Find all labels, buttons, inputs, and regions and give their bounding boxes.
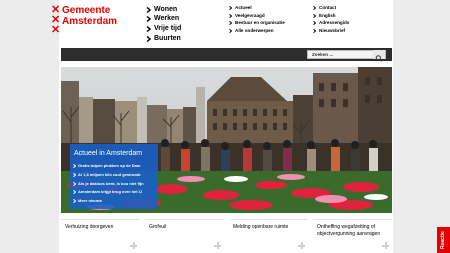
feedback-label: Reactie: [440, 231, 446, 249]
secondary-nav-label: Alle onderwerpen: [235, 28, 274, 33]
search-button[interactable]: [373, 50, 385, 62]
feedback-tab[interactable]: Reactie: [437, 227, 450, 253]
secondary-nav-label: Contact: [319, 5, 337, 10]
chevron-right-icon: [229, 21, 232, 25]
secondary-nav-item-bestuur[interactable]: Bestuur en organisatie: [229, 20, 285, 26]
news-item[interactable]: Amsterdam krijgt brug over het IJ: [73, 189, 142, 195]
news-item-label: Gratis tulpen plukken op de Dam: [78, 163, 141, 168]
secondary-nav-label: Bestuur en organisatie: [235, 20, 285, 25]
plus-icon: [382, 242, 389, 249]
plus-icon: [130, 242, 137, 249]
secondary-nav-item-contact[interactable]: Contact: [313, 5, 336, 11]
secondary-nav-label: Adressengids: [319, 20, 350, 25]
logo-line-2: Amsterdam: [62, 16, 118, 27]
chevron-right-icon: [229, 29, 232, 33]
secondary-nav-item-nieuwsbrief[interactable]: Nieuwsbrief: [313, 28, 345, 34]
tile-verhuizing[interactable]: Verhuizing doorgeven: [61, 219, 140, 253]
more-news-link[interactable]: Meer nieuws: [73, 198, 102, 204]
chevron-right-icon: [313, 14, 316, 18]
secondary-nav-label: English: [319, 13, 336, 18]
secondary-nav-item-veelgevraagd[interactable]: Veelgevraagd: [229, 13, 265, 19]
more-news-label: Meer nieuws: [78, 198, 103, 203]
chevron-right-icon: [313, 6, 316, 10]
chevron-right-icon: [146, 25, 151, 32]
news-item-label: Amsterdam krijgt brug over het IJ: [78, 189, 143, 194]
chevron-right-icon: [313, 21, 316, 25]
news-box: Actueel in Amsterdam Gratis tulpen plukk…: [70, 144, 158, 209]
chevron-right-icon: [73, 164, 76, 168]
news-item[interactable]: Gratis tulpen plukken op de Dam: [73, 163, 140, 169]
chevron-right-icon: [73, 173, 76, 177]
tile-title: Melding openbare ruimte: [233, 224, 289, 230]
plus-icon: [298, 242, 305, 249]
chevron-right-icon: [313, 29, 316, 33]
plus-icon: [214, 242, 221, 249]
tile-melding-openbare-ruimte[interactable]: Melding openbare ruimte: [229, 219, 308, 253]
search-icon: [375, 55, 383, 62]
search-placeholder: Zoeken ...: [312, 52, 334, 57]
chevron-right-icon: [146, 15, 151, 22]
news-title: Actueel in Amsterdam: [74, 150, 143, 157]
search-input[interactable]: Zoeken ...: [307, 50, 386, 62]
logo-line-1: Gemeente: [62, 5, 111, 16]
tile-ontheffing[interactable]: Ontheffing wegafzetting of objectvergunn…: [313, 219, 392, 253]
tile-title: Ontheffing wegafzetting of objectvergunn…: [317, 224, 381, 237]
news-item-label: Al 1,8 miljoen kilo zout gestrooid: [78, 172, 141, 177]
secondary-nav-item-english[interactable]: English: [313, 13, 336, 19]
chevron-right-icon: [146, 35, 151, 42]
tile-title: Verhuizing doorgeven: [65, 224, 114, 230]
news-item-label: Als je dakloos bent, is kou niet fijn: [78, 181, 144, 186]
primary-nav-label: Buurten: [154, 35, 181, 42]
primary-nav-label: Wonen: [154, 6, 178, 13]
primary-nav-item-vrije-tijd[interactable]: Vrije tijd: [146, 24, 181, 33]
secondary-nav-label: Nieuwsbrief: [319, 28, 346, 33]
tile-grofvuil[interactable]: Grofvuil: [145, 219, 224, 253]
news-item[interactable]: Al 1,8 miljoen kilo zout gestrooid: [73, 172, 140, 178]
primary-nav-item-werken[interactable]: Werken: [146, 14, 179, 23]
primary-nav-label: Werken: [154, 15, 180, 22]
secondary-nav-label: Veelgevraagd: [235, 13, 265, 18]
secondary-nav-item-adressengids[interactable]: Adressengids: [313, 20, 349, 26]
chevron-right-icon: [229, 6, 232, 10]
chevron-right-icon: [229, 14, 232, 18]
chevron-right-icon: [146, 6, 151, 13]
chevron-right-icon: [73, 190, 76, 194]
secondary-nav-item-actueel[interactable]: Actueel: [229, 5, 252, 11]
primary-nav-item-wonen[interactable]: Wonen: [146, 5, 177, 14]
chevron-right-icon: [73, 199, 76, 203]
tile-title: Grofvuil: [149, 224, 167, 230]
news-item[interactable]: Als je dakloos bent, is kou niet fijn: [73, 181, 144, 187]
logo-cross-icon: ✕: [51, 24, 61, 36]
primary-nav-label: Vrije tijd: [154, 25, 182, 32]
secondary-nav-label: Actueel: [235, 5, 252, 10]
secondary-nav-item-alle-onderwerpen[interactable]: Alle onderwerpen: [229, 28, 274, 34]
chevron-right-icon: [73, 182, 76, 186]
primary-nav-item-buurten[interactable]: Buurten: [146, 34, 181, 43]
